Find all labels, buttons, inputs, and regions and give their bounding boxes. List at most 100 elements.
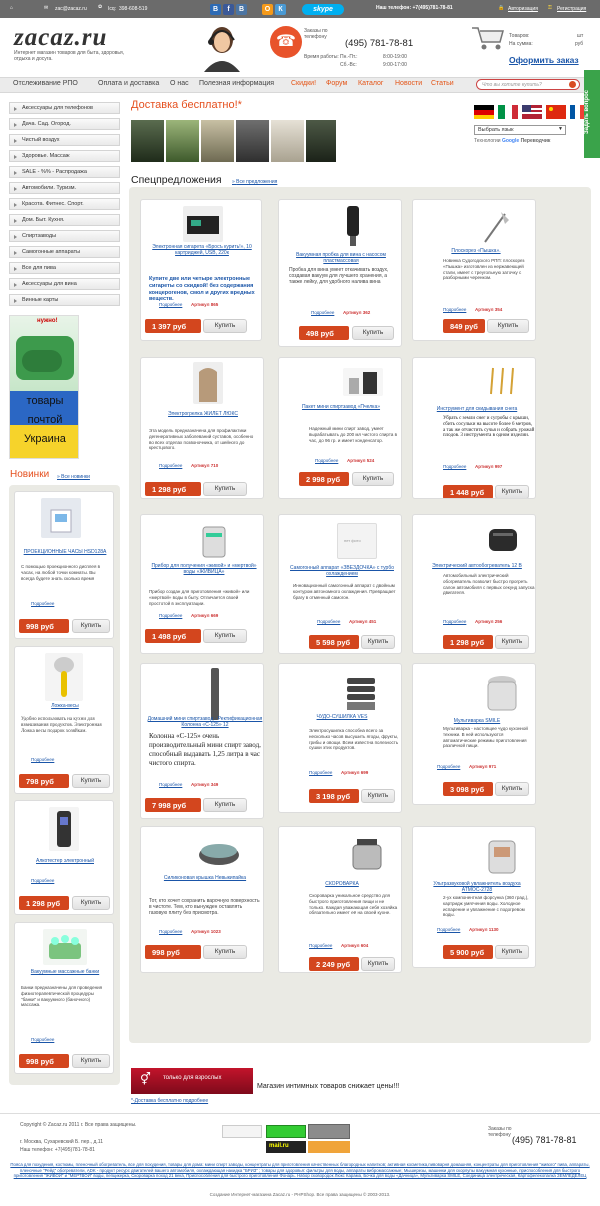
product-title[interactable]: Прибор для получения «живой» и «мертвой»… xyxy=(147,563,261,575)
buy-button[interactable]: Купить xyxy=(203,945,247,959)
mailru-counter-badge[interactable]: mail.ru xyxy=(266,1141,306,1153)
yandex-counter-badge[interactable] xyxy=(222,1125,262,1138)
cart-icon[interactable] xyxy=(470,22,506,52)
product-title[interactable]: Домашний мини спиртзавод - Ректификацион… xyxy=(147,716,263,728)
product-title[interactable]: Инструмент для скидывания снега xyxy=(419,406,535,412)
product-title[interactable]: Самогонный аппарат «ЗВЕЗДОЧКА» с турбо о… xyxy=(285,565,399,577)
more-link[interactable]: Подробнее xyxy=(309,943,332,948)
mail-icon[interactable]: ✉ xyxy=(44,5,48,11)
product-title[interactable]: Плоскорез «Пышка». xyxy=(419,248,533,254)
sidebar-item-health[interactable]: Здоровье. Массаж xyxy=(9,150,120,162)
product-image[interactable] xyxy=(49,807,79,851)
more-link[interactable]: Подробнее xyxy=(31,1037,54,1042)
more-link[interactable]: Подробнее xyxy=(437,764,460,769)
product-title[interactable]: Электронная сигарета «Бросъ курить!», 10… xyxy=(147,244,257,256)
sidebar-item-distillers[interactable]: Спиртзаводы xyxy=(9,230,120,242)
sidebar-item-wine-accessories[interactable]: Аксессуары для вина xyxy=(9,278,120,290)
product-title[interactable]: СКОРОВАРКА xyxy=(285,881,399,887)
sidebar-item-garden[interactable]: Дача. Сад. Огород. xyxy=(9,118,120,130)
more-link[interactable]: Подробнее xyxy=(31,878,54,883)
social-k-icon[interactable]: К xyxy=(275,4,286,15)
product-image[interactable] xyxy=(193,362,223,404)
product-title[interactable]: ПРОЕКЦИОННЫЕ ЧАСЫ HSD128A xyxy=(17,549,113,555)
product-title[interactable]: Электрогрелка ЖИЛЕТ ЛЮКС xyxy=(147,411,259,417)
buy-button[interactable]: Купить xyxy=(361,957,395,971)
buy-button[interactable]: Купить xyxy=(495,485,529,498)
buy-button[interactable]: Купить xyxy=(495,782,529,796)
product-image[interactable] xyxy=(211,668,219,720)
ask-question-tab[interactable]: Задать вопрос xyxy=(584,70,600,158)
video-thumb-4[interactable] xyxy=(236,120,269,162)
nav-payment[interactable]: Оплата и доставка xyxy=(98,80,159,87)
sidebar-item-beer[interactable]: Все для пива xyxy=(9,262,120,274)
buy-button[interactable]: Купить xyxy=(361,635,395,649)
nav-catalog[interactable]: Каталог xyxy=(358,80,383,87)
vkontakte-icon[interactable]: В xyxy=(236,4,247,15)
product-title[interactable]: Алкотестер электронный xyxy=(17,858,113,864)
seo-links[interactable]: Пояса для похудения, костюмы, пленочный … xyxy=(0,1162,600,1179)
sidebar-item-moonshine[interactable]: Самогонные аппараты xyxy=(9,246,120,258)
more-link[interactable]: Подробнее xyxy=(443,619,466,624)
product-image[interactable] xyxy=(197,831,241,869)
sidebar-item-phone-accessories[interactable]: Аксессуары для телефонов xyxy=(9,102,120,114)
checkout-link[interactable]: Оформить заказ xyxy=(509,55,579,65)
buy-button[interactable]: Купить xyxy=(361,789,395,803)
buy-button[interactable]: Купить xyxy=(495,635,529,649)
nav-tracking[interactable]: Отслеживание РПО xyxy=(13,80,78,87)
sidebar-item-sale[interactable]: SALE - %% - Распродажа xyxy=(9,166,120,178)
language-select[interactable]: Выбрать язык xyxy=(474,125,566,135)
counter-badge-2[interactable] xyxy=(266,1125,306,1138)
product-image[interactable] xyxy=(341,672,381,712)
nav-news[interactable]: Новости xyxy=(395,80,422,87)
product-image[interactable] xyxy=(485,833,519,877)
buy-button[interactable]: Купить xyxy=(352,326,394,340)
nav-articles[interactable]: Статьи xyxy=(431,80,454,87)
buy-button[interactable]: Купить xyxy=(72,619,110,633)
more-link[interactable]: Подробнее xyxy=(31,601,54,606)
product-image[interactable] xyxy=(485,364,525,396)
buy-button[interactable]: Купить xyxy=(72,1054,110,1068)
product-image[interactable] xyxy=(183,206,223,242)
buy-button[interactable]: Купить xyxy=(72,774,110,788)
buy-button[interactable]: Купить xyxy=(203,319,247,333)
buy-button[interactable]: Купить xyxy=(495,945,529,959)
novelties-all-link[interactable]: » Все новинки xyxy=(57,474,90,480)
product-title[interactable]: Вакуумная пробка для вина с насосом плас… xyxy=(285,252,397,264)
ukraine-banner[interactable]: нужно! товары почтой Украина xyxy=(9,315,79,459)
facebook-icon[interactable]: f xyxy=(223,4,234,15)
nav-info[interactable]: Полезная информация xyxy=(199,80,274,87)
video-thumb-2[interactable] xyxy=(166,120,199,162)
delivery-footnote[interactable]: *-Доставка бесплатно подробнее xyxy=(131,1098,208,1104)
product-image[interactable]: нет фото xyxy=(337,523,377,559)
more-link[interactable]: Подробнее xyxy=(443,307,466,312)
nav-about[interactable]: О нас xyxy=(170,80,189,87)
video-thumb-3[interactable] xyxy=(201,120,234,162)
skype-button[interactable]: skype xyxy=(302,4,344,15)
buy-button[interactable]: Купить xyxy=(352,472,394,486)
video-thumb-1[interactable] xyxy=(131,120,164,162)
sidebar-item-auto[interactable]: Автомобили. Туризм. xyxy=(9,182,120,194)
buy-button[interactable]: Купить xyxy=(203,482,247,496)
search-input[interactable]: Что вы хотите купить? xyxy=(476,79,580,90)
product-title[interactable]: Электрический автообогреватель 12 В xyxy=(419,563,535,569)
more-link[interactable]: Подробнее xyxy=(159,929,182,934)
sidebar-item-wine-cards[interactable]: Винные карты xyxy=(9,294,120,306)
language-flags[interactable] xyxy=(474,103,584,119)
product-image[interactable] xyxy=(343,368,383,396)
product-title[interactable]: Пакет мини спиртзавод «Пчелка» xyxy=(285,404,397,410)
product-title[interactable]: Ложка-весы xyxy=(17,703,113,709)
more-link[interactable]: Подробнее xyxy=(31,757,54,762)
product-image[interactable] xyxy=(483,523,525,559)
search-button[interactable] xyxy=(569,81,576,88)
special-offers-all-link[interactable]: » Все предложения xyxy=(232,179,277,185)
buy-button[interactable]: Купить xyxy=(203,629,247,643)
counter-badge-4[interactable] xyxy=(308,1141,350,1153)
login-link[interactable]: Авторизация xyxy=(508,6,538,12)
product-image[interactable] xyxy=(41,498,81,538)
product-image[interactable] xyxy=(197,521,231,563)
product-title[interactable]: Вакуумные массажные банки xyxy=(17,969,113,975)
webmoney-badge[interactable] xyxy=(308,1124,350,1139)
register-link[interactable]: Регистрация xyxy=(557,6,586,12)
nav-discounts[interactable]: Скидки! xyxy=(291,80,316,87)
more-link[interactable]: Подробнее xyxy=(311,310,334,315)
